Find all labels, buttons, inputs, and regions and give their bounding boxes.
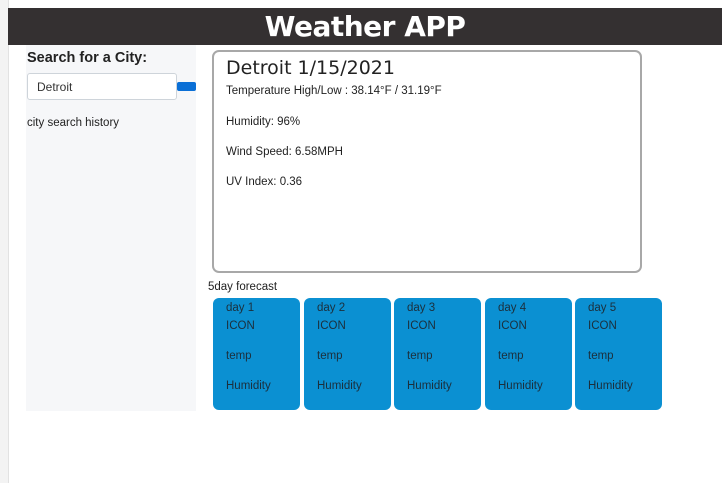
forecast-icon-placeholder: ICON (588, 320, 617, 332)
forecast-day: day 2 (317, 302, 346, 314)
forecast-icon-placeholder: ICON (226, 320, 255, 332)
search-label: Search for a City: (27, 50, 148, 66)
forecast-temp: temp (226, 350, 252, 362)
forecast-card-day-1: day 1 ICON temp Humidity (213, 298, 300, 410)
forecast-day: day 5 (588, 302, 617, 314)
forecast-temp: temp (588, 350, 614, 362)
app-title: Weather APP (264, 10, 466, 43)
city-search-input[interactable] (27, 73, 177, 100)
forecast-humidity: Humidity (407, 380, 452, 392)
forecast-humidity: Humidity (498, 380, 543, 392)
page: Weather APP Search for a City: city sear… (0, 0, 722, 483)
forecast-card-day-5: day 5 ICON temp Humidity (575, 298, 662, 410)
forecast-temp: temp (498, 350, 524, 362)
forecast-humidity: Humidity (226, 380, 271, 392)
search-button[interactable] (177, 82, 196, 91)
app-header: Weather APP (8, 8, 722, 45)
humidity-text: Humidity: 96% (226, 116, 301, 128)
forecast-temp: temp (317, 350, 343, 362)
uv-index-text: UV Index: 0.36 (226, 176, 303, 188)
forecast-label: 5day forecast (208, 281, 278, 293)
forecast-day: day 3 (407, 302, 436, 314)
forecast-temp: temp (407, 350, 433, 362)
forecast-icon-placeholder: ICON (407, 320, 436, 332)
search-history-label: city search history (27, 117, 120, 129)
forecast-humidity: Humidity (588, 380, 633, 392)
forecast-card-day-4: day 4 ICON temp Humidity (485, 298, 572, 410)
window-edge (0, 0, 9, 483)
forecast-icon-placeholder: ICON (317, 320, 346, 332)
forecast-card-day-3: day 3 ICON temp Humidity (394, 298, 481, 410)
forecast-humidity: Humidity (317, 380, 362, 392)
current-city-date: Detroit 1/15/2021 (226, 57, 395, 79)
sidebar: Search for a City: city search history (26, 45, 196, 411)
forecast-card-day-2: day 2 ICON temp Humidity (304, 298, 391, 410)
current-weather-card: Detroit 1/15/2021 Temperature High/Low :… (212, 50, 642, 273)
forecast-day: day 4 (498, 302, 527, 314)
wind-speed-text: Wind Speed: 6.58MPH (226, 146, 343, 158)
forecast-icon-placeholder: ICON (498, 320, 527, 332)
temperature-text: Temperature High/Low : 38.14°F / 31.19°F (226, 85, 442, 97)
forecast-day: day 1 (226, 302, 255, 314)
